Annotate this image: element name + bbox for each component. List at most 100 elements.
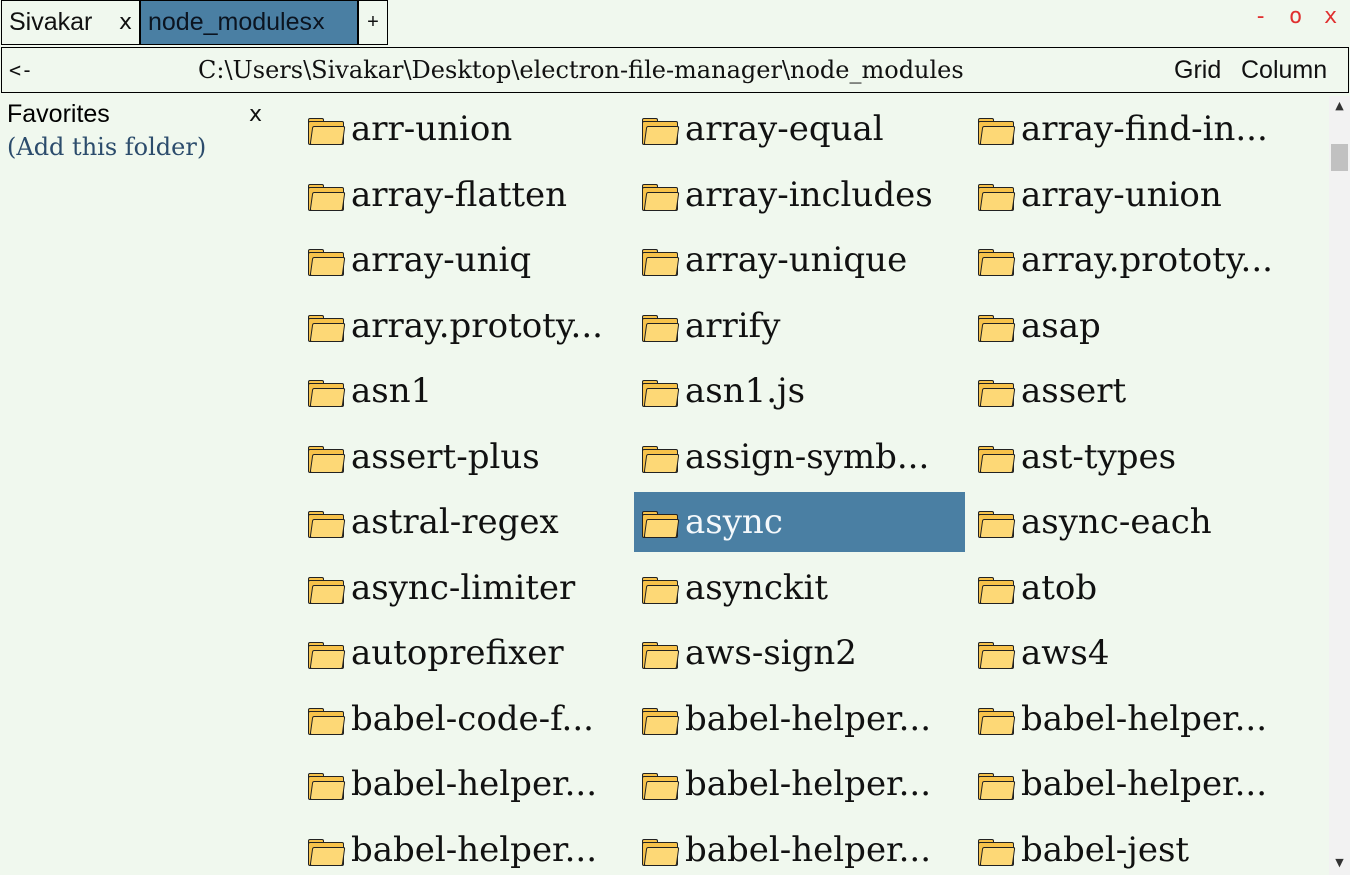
folder-item[interactable]: babel-helper... xyxy=(970,689,1301,749)
folder-item[interactable]: arr-union xyxy=(300,99,631,159)
folder-item[interactable]: asap xyxy=(970,296,1301,356)
folder-name: array-union xyxy=(1021,174,1222,215)
folder-item[interactable]: babel-helper... xyxy=(300,754,631,814)
favorites-sidebar: Favorites x (Add this folder) xyxy=(0,96,290,875)
folder-icon xyxy=(308,380,346,407)
folder-name: autoprefixer xyxy=(351,633,564,673)
folder-item[interactable]: arrify xyxy=(634,296,965,356)
minimize-button[interactable]: - xyxy=(1254,4,1267,29)
folder-item[interactable]: array-unique xyxy=(634,230,965,290)
folder-icon xyxy=(642,380,680,407)
folder-item[interactable]: babel-helper... xyxy=(634,820,965,875)
folder-name: array-flatten xyxy=(351,174,568,215)
folder-item[interactable]: async xyxy=(634,492,965,552)
folder-item[interactable]: array-equal xyxy=(634,99,965,159)
folder-item[interactable]: array.prototy... xyxy=(300,296,631,356)
folder-icon xyxy=(978,773,1016,800)
folder-item[interactable]: array-find-in... xyxy=(970,99,1301,159)
close-window-button[interactable]: x xyxy=(1324,4,1337,29)
grid-view-button[interactable]: Grid xyxy=(1174,56,1221,85)
folder-icon xyxy=(642,445,680,473)
folder-icon xyxy=(978,576,1016,604)
folder-item[interactable]: aws-sign2 xyxy=(634,623,965,683)
folder-icon xyxy=(642,838,680,866)
folder-name: array-includes xyxy=(685,174,933,215)
folder-item[interactable]: asynckit xyxy=(634,558,965,618)
column-view-button[interactable]: Column xyxy=(1241,56,1327,85)
tab-sivakar[interactable]: Sivakar x xyxy=(1,0,140,45)
maximize-button[interactable]: o xyxy=(1289,4,1302,29)
folder-name: babel-helper... xyxy=(685,829,932,870)
folder-name: array-equal xyxy=(685,109,884,149)
folder-name: arr-union xyxy=(351,109,513,149)
folder-name: babel-helper... xyxy=(351,829,598,870)
add-folder-link[interactable]: (Add this folder) xyxy=(7,133,206,161)
folder-name: babel-code-f... xyxy=(351,698,594,739)
folder-icon xyxy=(308,314,346,342)
folder-name: babel-helper... xyxy=(685,764,932,804)
folder-name: aws4 xyxy=(1021,633,1110,673)
folder-item[interactable]: assign-symb... xyxy=(634,427,965,487)
folder-icon xyxy=(642,118,680,145)
folder-item[interactable]: babel-code-f... xyxy=(300,689,631,749)
folder-item[interactable]: array.prototy... xyxy=(970,230,1301,290)
folder-icon xyxy=(978,642,1016,669)
folder-item[interactable]: aws4 xyxy=(970,623,1301,683)
folder-icon xyxy=(642,249,680,276)
folder-name: babel-helper... xyxy=(1021,764,1268,804)
file-grid: arr-union array-equal array-find-in... arra… xyxy=(300,96,1326,875)
folder-name: babel-helper... xyxy=(351,764,598,804)
new-tab-button[interactable]: + xyxy=(358,0,388,45)
folder-icon xyxy=(308,511,346,538)
folder-icon xyxy=(978,118,1016,145)
scroll-up-arrow-icon[interactable]: ▲ xyxy=(1329,96,1350,116)
back-button[interactable]: <- xyxy=(9,58,33,82)
folder-item[interactable]: ast-types xyxy=(970,427,1301,487)
scroll-down-arrow-icon[interactable]: ▼ xyxy=(1329,853,1350,873)
folder-name: astral-regex xyxy=(351,502,559,542)
tab-node-modules[interactable]: node_modules x xyxy=(140,0,358,45)
folder-icon xyxy=(642,642,680,669)
folder-item[interactable]: async-each xyxy=(970,492,1301,552)
folder-item[interactable]: array-uniq xyxy=(300,230,631,290)
folder-name: async-limiter xyxy=(351,567,576,608)
folder-icon xyxy=(978,380,1016,407)
folder-item[interactable]: babel-helper... xyxy=(300,820,631,875)
folder-name: arrify xyxy=(685,305,781,346)
folder-item[interactable]: assert-plus xyxy=(300,427,631,487)
folder-item[interactable]: asn1.js xyxy=(634,361,965,421)
folder-item[interactable]: babel-jest xyxy=(970,820,1301,875)
folder-icon xyxy=(642,576,680,604)
folder-icon xyxy=(308,576,346,604)
folder-item[interactable]: array-union xyxy=(970,165,1301,225)
folder-item[interactable]: async-limiter xyxy=(300,558,631,618)
folder-item[interactable]: babel-helper... xyxy=(634,689,965,749)
scroll-thumb[interactable] xyxy=(1331,144,1348,171)
folder-item[interactable]: array-flatten xyxy=(300,165,631,225)
folder-item[interactable]: atob xyxy=(970,558,1301,618)
tab-close-button[interactable]: x xyxy=(119,10,139,35)
path-field[interactable]: C:\Users\Sivakar\Desktop\electron-file-m… xyxy=(198,56,964,84)
folder-name: array-unique xyxy=(685,240,908,280)
favorites-close-button[interactable]: x xyxy=(249,102,262,127)
folder-item[interactable]: babel-helper... xyxy=(634,754,965,814)
folder-item[interactable]: astral-regex xyxy=(300,492,631,552)
scrollbar[interactable]: ▲ ▼ xyxy=(1329,96,1350,875)
folder-icon xyxy=(642,511,680,538)
folder-name: array.prototy... xyxy=(1021,240,1273,280)
folder-item[interactable]: array-includes xyxy=(634,165,965,225)
tab-close-button[interactable]: x xyxy=(312,10,325,35)
folder-name: asap xyxy=(1021,305,1101,346)
folder-item[interactable]: autoprefixer xyxy=(300,623,631,683)
folder-icon xyxy=(978,445,1016,473)
folder-item[interactable]: asn1 xyxy=(300,361,631,421)
folder-icon xyxy=(642,707,680,735)
folder-name: babel-helper... xyxy=(1021,698,1268,739)
folder-icon xyxy=(642,773,680,800)
folder-item[interactable]: babel-helper... xyxy=(970,754,1301,814)
folder-icon xyxy=(978,707,1016,735)
folder-name: assign-symb... xyxy=(685,436,930,477)
folder-icon xyxy=(978,314,1016,342)
folder-item[interactable]: assert xyxy=(970,361,1301,421)
folder-icon xyxy=(978,838,1016,866)
